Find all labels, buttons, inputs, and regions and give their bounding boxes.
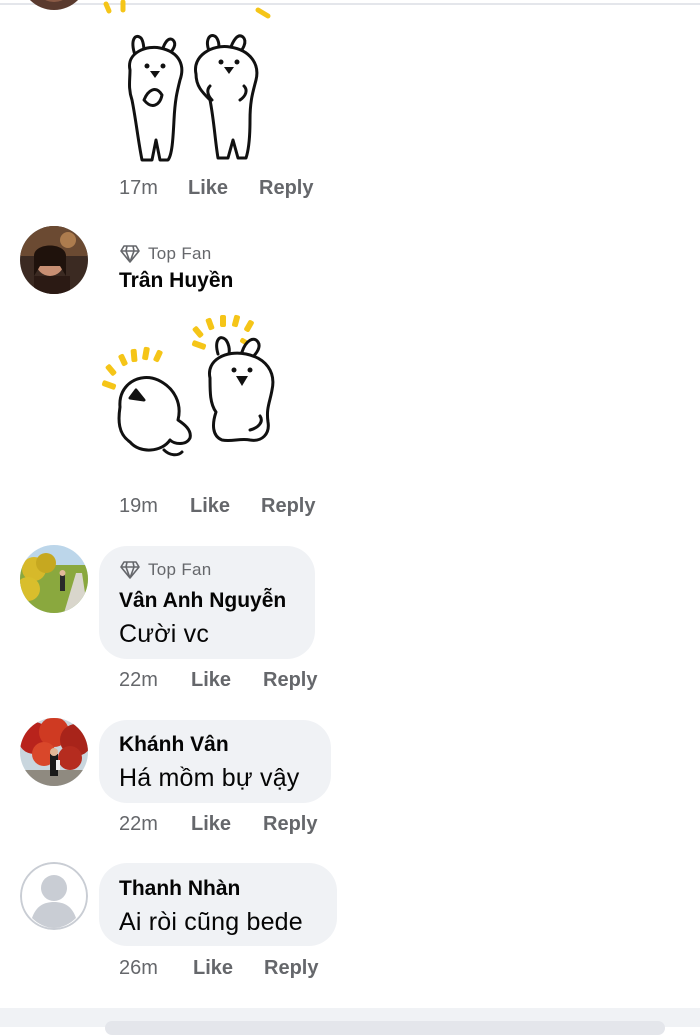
reply-button[interactable]: Reply [264,957,318,980]
comment-time: 26m [119,957,158,979]
avatar-van-anh-nguyen[interactable] [20,545,88,613]
top-fan-label: Top Fan [148,560,212,579]
like-button[interactable]: Like [190,495,230,518]
comment-composer-input[interactable] [105,1021,665,1035]
comment-time: 19m [119,495,158,517]
comment-author[interactable]: Vân Anh Nguyễn [119,589,286,613]
avatar-tran-huyen[interactable] [20,226,88,294]
comment-author[interactable]: Thanh Nhàn [119,877,240,901]
comment-time: 22m [119,813,158,835]
sticker-bunny-pair-clapping [100,0,280,170]
reply-button[interactable]: Reply [261,495,315,518]
reply-button[interactable]: Reply [263,813,317,836]
comment-text: Há mồm bự vậy [119,764,300,792]
like-button[interactable]: Like [188,177,228,200]
top-fan-label: Top Fan [148,244,212,263]
avatar-khanh-van[interactable] [20,718,88,786]
like-button[interactable]: Like [191,813,231,836]
like-button[interactable]: Like [193,957,233,980]
like-button[interactable]: Like [191,669,231,692]
comment-time: 22m [119,669,158,691]
reply-button[interactable]: Reply [259,177,313,200]
diamond-icon [120,245,140,263]
comment-text: Cười vc [119,620,210,648]
top-fan-badge: Top Fan [120,560,212,580]
avatar[interactable] [20,0,88,10]
sticker-bunny-pair-laughing [100,312,285,462]
diamond-icon [120,561,140,579]
top-fan-badge: Top Fan [120,244,212,264]
avatar-thanh-nhan[interactable] [20,862,88,930]
reply-button[interactable]: Reply [263,669,317,692]
comment-text: Ai ròi cũng bede [119,908,303,936]
default-avatar-icon [20,862,88,930]
comment-author[interactable]: Trân Huyền [119,269,233,293]
comment-time: 17m [119,177,158,199]
comment-author[interactable]: Khánh Vân [119,733,229,757]
